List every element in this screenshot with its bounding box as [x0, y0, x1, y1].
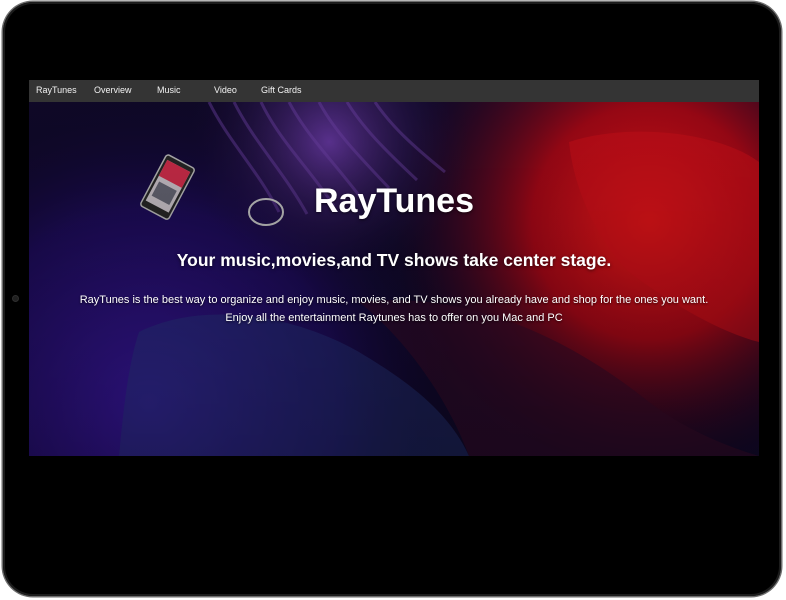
top-navbar: RayTunes Overview Music Video Gift Cards: [29, 80, 759, 102]
front-camera-icon: [13, 296, 18, 301]
tablet-screen: RayTunes Overview Music Video Gift Cards: [29, 80, 759, 456]
hero-title: RayTunes: [314, 182, 474, 220]
hero-subtitle: Your music,movies,and TV shows take cent…: [176, 250, 612, 270]
hero-description: RayTunes is the best way to organize and…: [79, 294, 709, 324]
hero-background-image: [29, 102, 759, 456]
tablet-device-frame: RayTunes Overview Music Video Gift Cards: [3, 2, 781, 596]
nav-item-gift-cards[interactable]: Gift Cards: [261, 85, 302, 95]
nav-item-music[interactable]: Music: [157, 85, 181, 95]
nav-item-video[interactable]: Video: [214, 85, 237, 95]
nav-brand-link[interactable]: RayTunes: [36, 85, 77, 95]
hero-section: RayTunes Your music,movies,and TV shows …: [29, 102, 759, 456]
nav-item-overview[interactable]: Overview: [94, 85, 132, 95]
